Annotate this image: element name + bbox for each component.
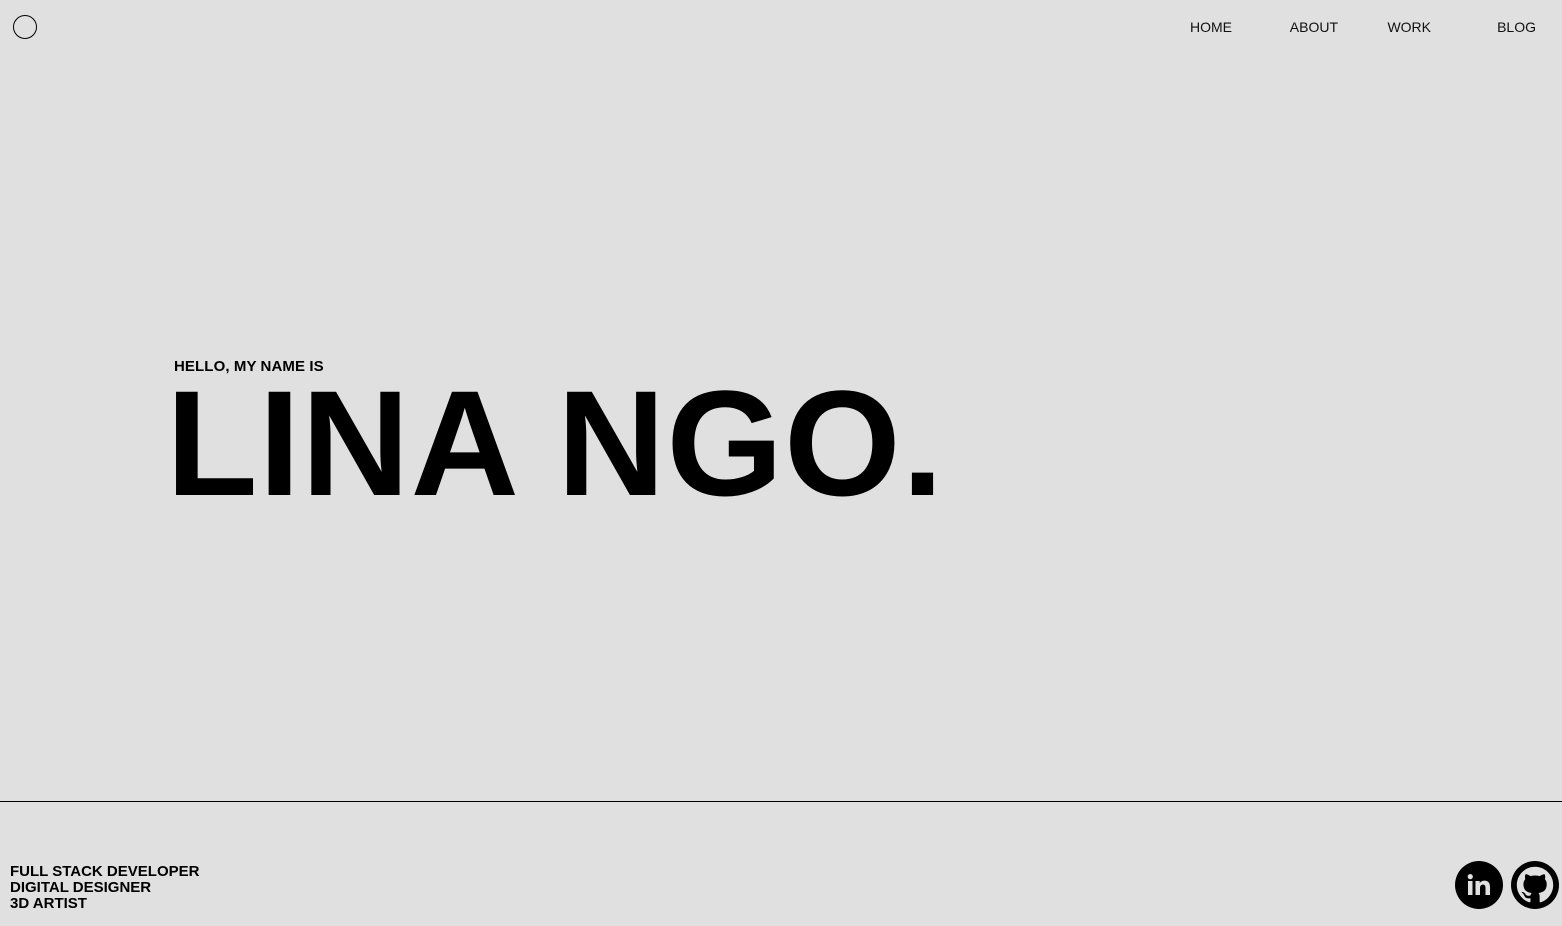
role-item: 3D ARTIST xyxy=(10,895,87,912)
nav-home-link[interactable]: HOME xyxy=(1190,18,1232,36)
logo-circle-icon[interactable] xyxy=(13,15,37,39)
nav-about-link[interactable]: ABOUT xyxy=(1290,18,1338,36)
roles-list: FULL STACK DEVELOPER DIGITAL DESIGNER 3D… xyxy=(10,864,199,912)
role-item: FULL STACK DEVELOPER xyxy=(10,863,200,880)
nav-work-link[interactable]: WORK xyxy=(1387,18,1431,36)
role-item: DIGITAL DESIGNER xyxy=(10,879,152,896)
github-button[interactable] xyxy=(1511,861,1559,909)
linkedin-icon xyxy=(1467,874,1490,895)
footer-divider xyxy=(0,801,1562,802)
nav-blog-link[interactable]: BLOG xyxy=(1497,18,1536,36)
hero-name-heading: LINA NGO. xyxy=(166,359,945,527)
github-icon xyxy=(1516,866,1554,903)
linkedin-button[interactable] xyxy=(1455,861,1503,909)
